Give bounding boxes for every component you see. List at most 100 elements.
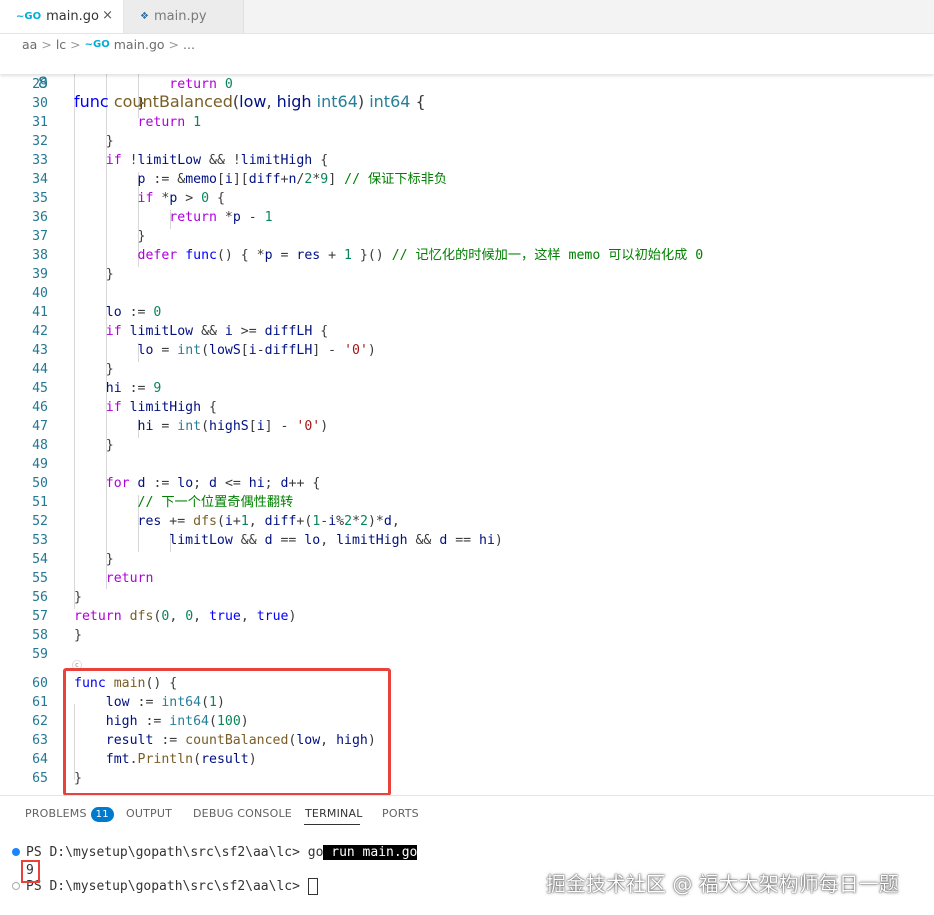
command-status-icon — [12, 882, 20, 890]
code-line: 39 } — [0, 265, 934, 284]
code-line: 41 lo := 0 — [0, 303, 934, 322]
highlight-box-output — [21, 860, 40, 883]
terminal-command: go — [307, 845, 324, 860]
line-number: 34 — [32, 172, 48, 187]
breadcrumb-item[interactable]: ... — [183, 37, 195, 52]
active-tab-underline — [304, 824, 360, 825]
line-text: defer func() { *p = res + 1 }() // 记忆化的时… — [137, 248, 704, 263]
line-number: 51 — [32, 495, 48, 510]
line-text: if limitHigh { — [105, 400, 217, 415]
code-line: 59 — [0, 645, 934, 664]
go-icon: ~GO — [84, 38, 110, 50]
code-line: 53 limitLow && d == lo, limitHigh && d =… — [0, 531, 934, 550]
line-number: 58 — [32, 628, 48, 643]
line-text: return dfs(0, 0, true, true) — [74, 609, 297, 624]
line-text: } — [74, 590, 82, 605]
line-text: if limitLow && i >= diffLH { — [105, 324, 329, 339]
close-icon[interactable]: × — [102, 8, 113, 23]
panel-tab-bar: PROBLEMS 11 OUTPUT DEBUG CONSOLE TERMINAL… — [0, 795, 934, 832]
code-line: 36 return *p - 1 — [0, 208, 934, 227]
code-line: 38 defer func() { *p = res + 1 }() // 记忆… — [0, 246, 934, 265]
line-text: } — [74, 362, 114, 377]
line-number: 64 — [32, 752, 48, 767]
tab-ports[interactable]: PORTS — [382, 807, 419, 820]
code-line: 31 return 1 — [0, 113, 934, 132]
code-line: 46 if limitHigh { — [0, 398, 934, 417]
line-number: 55 — [32, 571, 48, 586]
line-text: } — [74, 267, 114, 282]
line-text: } — [74, 628, 82, 643]
watermark: 掘金技术社区 @ 福大大架构师每日一题 — [546, 872, 899, 896]
line-number: 50 — [32, 476, 48, 491]
line-number: 40 — [32, 286, 48, 301]
code-line: 51 // 下一个位置奇偶性翻转 — [0, 493, 934, 512]
code-line: 43 lo = int(lowS[i-diffLH] - '0') — [0, 341, 934, 360]
terminal-cursor — [307, 878, 318, 895]
tab-main-go[interactable]: ~GO main.go × — [0, 0, 124, 33]
line-number: 37 — [32, 229, 48, 244]
line-number: 48 — [32, 438, 48, 453]
line-number: 35 — [32, 191, 48, 206]
command-status-icon — [12, 848, 20, 856]
line-number: 41 — [32, 305, 48, 320]
code-line: 57 return dfs(0, 0, true, true) — [0, 607, 934, 626]
line-number: 62 — [32, 714, 48, 729]
sticky-scroll-header[interactable]: 8 func countBalanced(low, high int64) in… — [0, 54, 934, 111]
breadcrumb: aa > lc > ~GO main.go > ... — [22, 35, 195, 53]
line-text: res += dfs(i+1, diff+(1-i%2*2)*d, — [137, 514, 400, 529]
line-number: 47 — [32, 419, 48, 434]
line-text: hi := 9 — [105, 381, 162, 396]
line-number: 36 — [32, 210, 48, 225]
code-line: 45 hi := 9 — [0, 379, 934, 398]
code-line: 47 hi = int(highS[i] - '0') — [0, 417, 934, 436]
editor-tab-bar: ~GO main.go × ❖ main.py — [0, 0, 934, 34]
tab-debug-console[interactable]: DEBUG CONSOLE — [193, 807, 292, 820]
line-text: lo := 0 — [105, 305, 162, 320]
breadcrumb-item[interactable]: aa — [22, 37, 37, 52]
line-text: p := &memo[i][diff+n/2*9] // 保证下标非负 — [137, 172, 448, 187]
breadcrumb-separator: > — [41, 36, 52, 52]
line-number: 45 — [32, 381, 48, 396]
code-line: 50 for d := lo; d <= hi; d++ { — [0, 474, 934, 493]
line-number: 44 — [32, 362, 48, 377]
tab-terminal[interactable]: TERMINAL — [305, 807, 363, 820]
line-number: 32 — [32, 134, 48, 149]
breadcrumb-item[interactable]: lc — [56, 37, 66, 52]
highlight-box-main — [63, 668, 391, 796]
line-number: 52 — [32, 514, 48, 529]
code-line: 44 } — [0, 360, 934, 379]
line-text: lo = int(lowS[i-diffLH] - '0') — [137, 343, 376, 358]
line-number: 33 — [32, 153, 48, 168]
line-number: 61 — [32, 695, 48, 710]
line-number: 63 — [32, 733, 48, 748]
line-text: func countBalanced(low, high int64) int6… — [74, 92, 426, 111]
code-line: 40 — [0, 284, 934, 303]
line-text: return — [105, 571, 154, 586]
line-number: 57 — [32, 609, 48, 624]
code-line: 55 return — [0, 569, 934, 588]
line-text: limitLow && d == lo, limitHigh && d == h… — [169, 533, 503, 548]
code-line: 34 p := &memo[i][diff+n/2*9] // 保证下标非负 — [0, 170, 934, 189]
line-text: return 1 — [137, 115, 202, 130]
line-number: 59 — [32, 647, 48, 662]
line-number: 39 — [32, 267, 48, 282]
line-text: if *p > 0 { — [137, 191, 225, 206]
code-line: 56} — [0, 588, 934, 607]
line-number: 53 — [32, 533, 48, 548]
code-line: 33 if !limitLow && !limitHigh { — [0, 151, 934, 170]
line-number: 60 — [32, 676, 48, 691]
code-line: 37 } — [0, 227, 934, 246]
line-text: } — [74, 552, 114, 567]
tab-output[interactable]: OUTPUT — [126, 807, 172, 820]
line-number: 54 — [32, 552, 48, 567]
code-line: 8 func countBalanced(low, high int64) in… — [0, 54, 934, 111]
breadcrumb-item[interactable]: main.go — [114, 37, 165, 52]
code-line: 49 — [0, 455, 934, 474]
python-icon: ❖ — [140, 11, 149, 22]
line-text: return *p - 1 — [169, 210, 273, 225]
tab-label: main.py — [153, 9, 207, 24]
line-text: // 下一个位置奇偶性翻转 — [137, 495, 294, 510]
tab-problems[interactable]: PROBLEMS 11 — [25, 807, 114, 822]
code-line: 35 if *p > 0 { — [0, 189, 934, 208]
tab-main-py[interactable]: ❖ main.py — [124, 0, 244, 33]
